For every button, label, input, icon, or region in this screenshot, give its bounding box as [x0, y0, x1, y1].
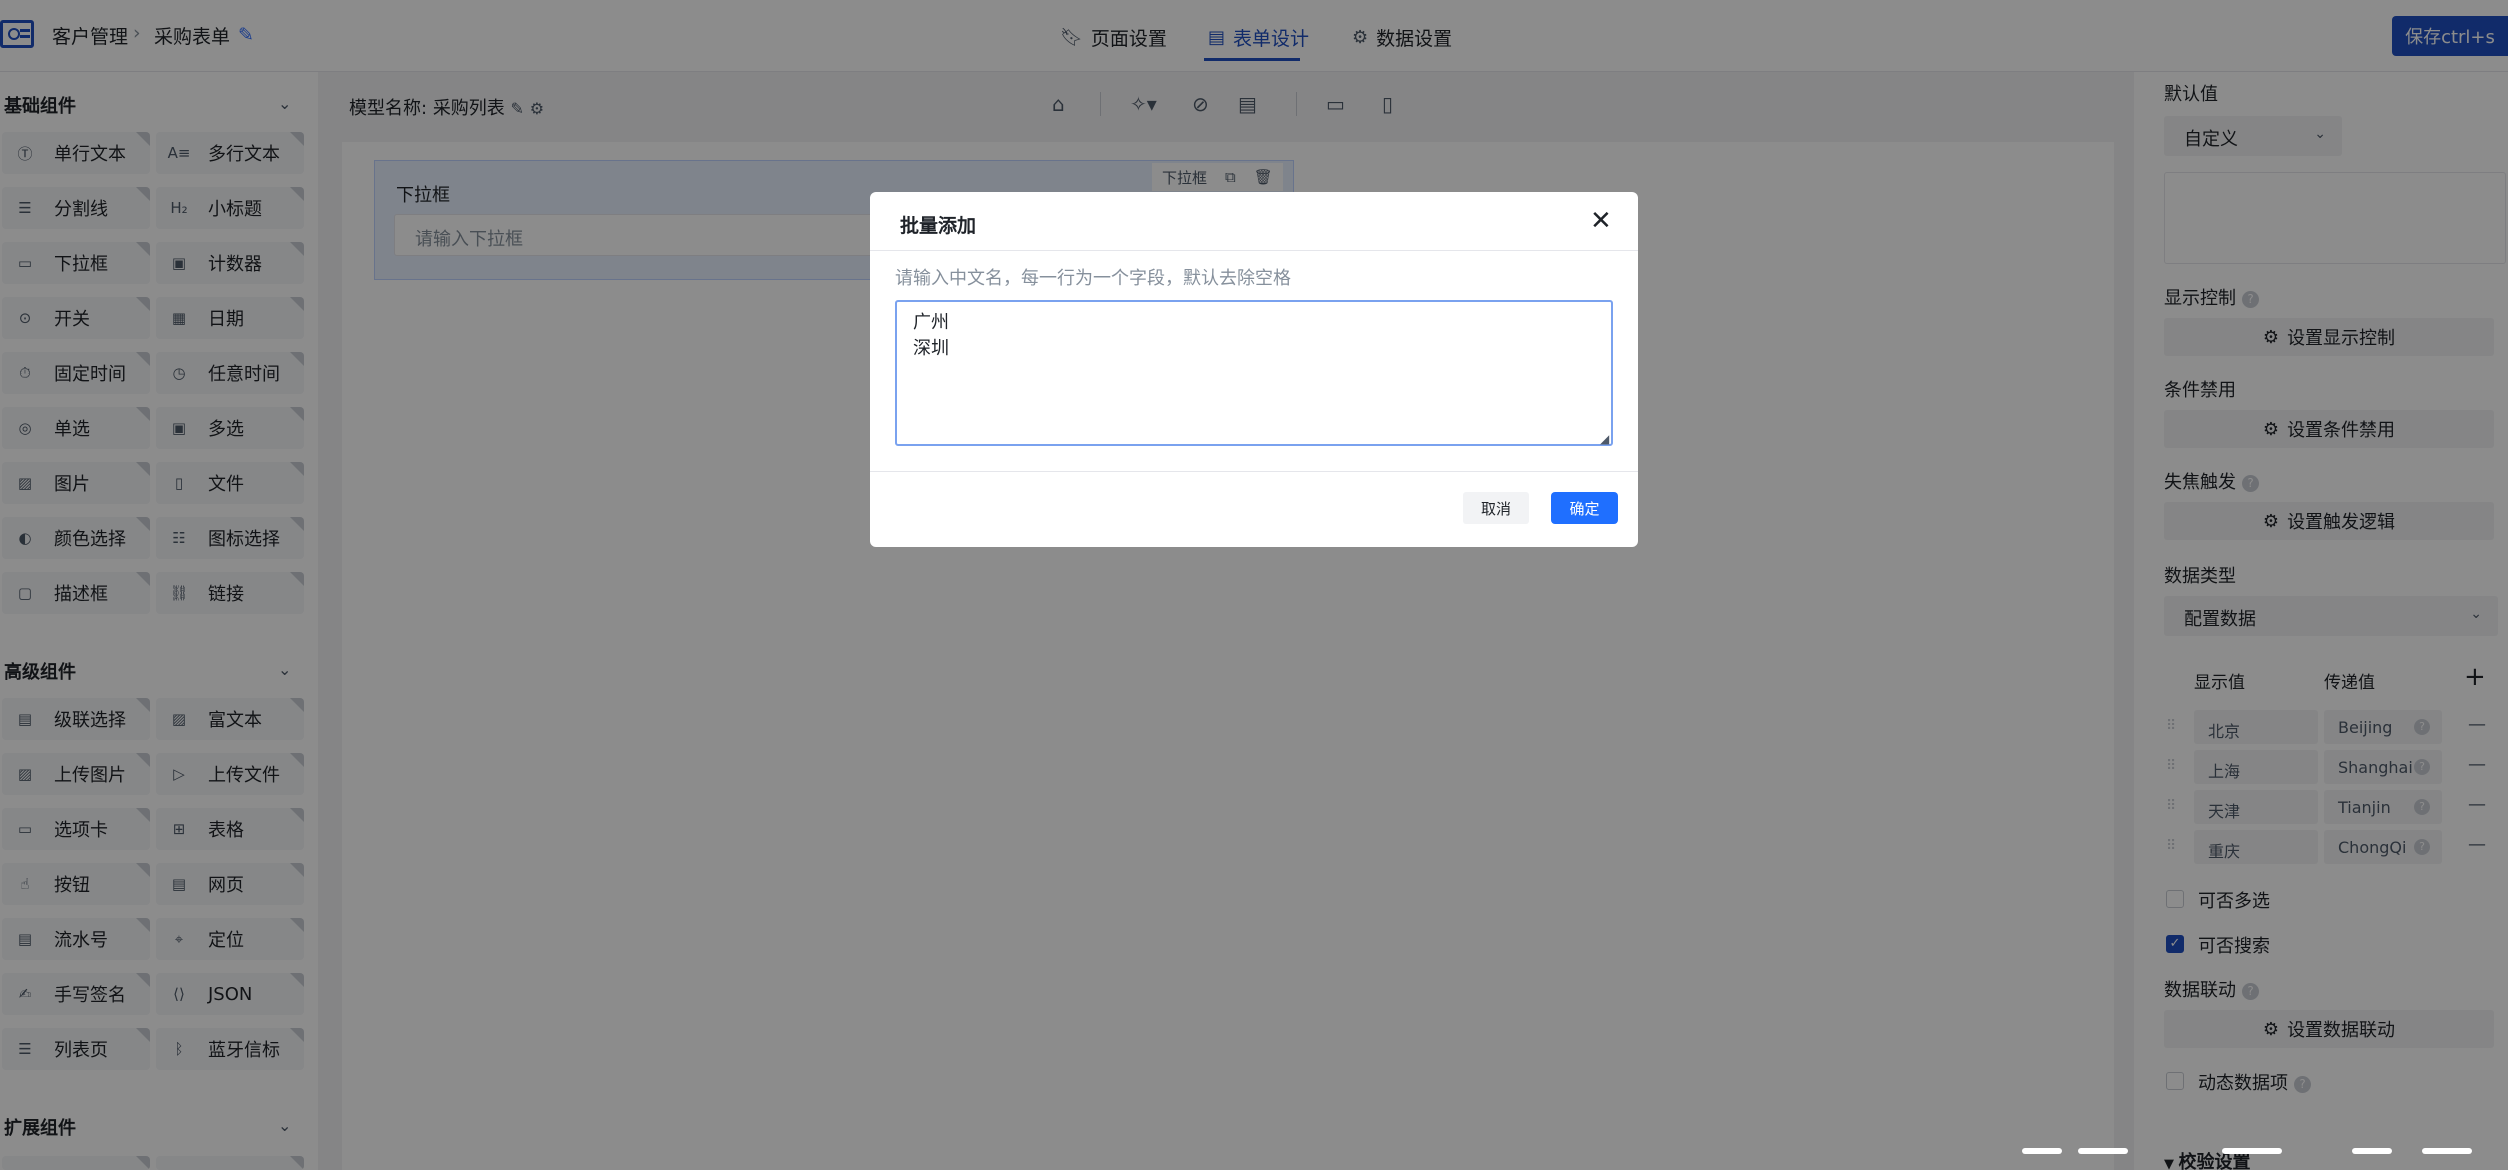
confirm-button[interactable]: 确定 — [1551, 492, 1618, 524]
cancel-button[interactable]: 取消 — [1463, 492, 1529, 524]
dialog-header-divider — [870, 250, 1638, 251]
dialog-hint: 请输入中文名，每一行为一个字段，默认去除空格 — [895, 268, 1291, 289]
resize-handle-icon[interactable]: ◢ — [1600, 432, 1609, 446]
close-icon[interactable]: ✕ — [1590, 206, 1612, 236]
modal-overlay[interactable] — [0, 0, 2508, 1170]
watermark — [2022, 1148, 2482, 1170]
dialog-footer-divider — [870, 471, 1638, 472]
dialog-title: 批量添加 — [900, 215, 977, 237]
batch-add-dialog: 批量添加 ✕ 请输入中文名，每一行为一个字段，默认去除空格 ◢ 取消 确定 — [870, 192, 1638, 547]
batch-input-textarea[interactable] — [895, 300, 1613, 446]
